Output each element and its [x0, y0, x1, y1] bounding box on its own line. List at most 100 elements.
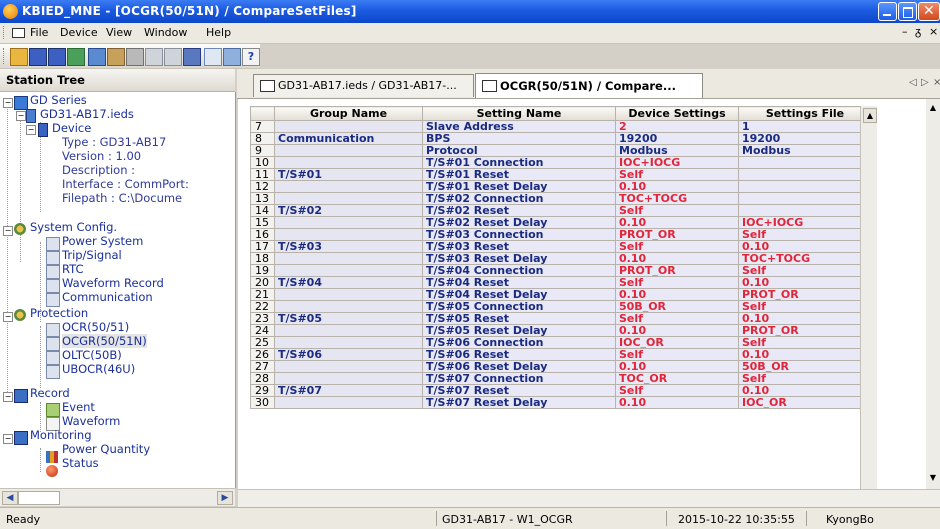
- settings-file-cell[interactable]: 0.10: [738, 384, 872, 397]
- setting-name-cell[interactable]: T/S#06 Reset: [422, 348, 616, 361]
- save-icon[interactable]: [29, 48, 47, 66]
- device-setting-cell[interactable]: IOC+IOCG: [615, 156, 739, 169]
- table-row[interactable]: 28 T/S#07 Connection TOC_OR Self: [250, 372, 872, 385]
- group-name-cell[interactable]: T/S#03: [274, 240, 423, 253]
- table-row[interactable]: 17 T/S#03 T/S#03 Reset Self 0.10: [250, 240, 872, 253]
- group-name-cell[interactable]: [274, 252, 423, 265]
- table-row[interactable]: 24 T/S#05 Reset Delay 0.10 PROT_OR: [250, 324, 872, 337]
- collapse-monitoring[interactable]: −: [3, 434, 13, 444]
- device-setting-cell[interactable]: Self: [615, 384, 739, 397]
- grid-horizontal-scrollbar[interactable]: [238, 489, 940, 507]
- tree-ubocr[interactable]: UBOCR(46U): [62, 362, 135, 376]
- settings-file-cell[interactable]: [738, 156, 872, 169]
- group-name-cell[interactable]: [274, 300, 423, 313]
- help-icon[interactable]: ?: [242, 48, 260, 66]
- group-name-cell[interactable]: Communication: [274, 132, 423, 145]
- tree-scroll-thumb[interactable]: [18, 491, 60, 505]
- read-icon[interactable]: [145, 48, 163, 66]
- device-setting-cell[interactable]: 0.10: [615, 360, 739, 373]
- setting-name-cell[interactable]: T/S#05 Connection: [422, 300, 616, 313]
- group-name-cell[interactable]: [274, 360, 423, 373]
- setting-name-cell[interactable]: T/S#02 Reset: [422, 204, 616, 217]
- mdi-close-icon[interactable]: ×: [929, 25, 938, 38]
- tree-waveform-record[interactable]: Waveform Record: [62, 276, 164, 290]
- table-row[interactable]: 9 Protocol Modbus Modbus: [250, 144, 872, 157]
- tree-ied[interactable]: GD31-AB17.ieds: [40, 107, 134, 121]
- setting-name-cell[interactable]: T/S#03 Reset: [422, 240, 616, 253]
- device-setting-cell[interactable]: Self: [615, 276, 739, 289]
- table-row[interactable]: 30 T/S#07 Reset Delay 0.10 IOC_OR: [250, 396, 872, 409]
- device-setting-cell[interactable]: 2: [615, 120, 739, 133]
- device-setting-cell[interactable]: 0.10: [615, 324, 739, 337]
- collapse-device[interactable]: −: [26, 125, 36, 135]
- settings-file-cell[interactable]: 0.10: [738, 312, 872, 325]
- mdi-restore-icon[interactable]: ᵹ: [915, 25, 921, 38]
- monitor-icon[interactable]: [204, 48, 222, 66]
- collapse-record[interactable]: −: [3, 392, 13, 402]
- tab-compare[interactable]: OCGR(50/51N) / Compare...: [475, 73, 703, 98]
- table-row[interactable]: 8 Communication BPS 19200 19200: [250, 132, 872, 145]
- device-setting-cell[interactable]: Self: [615, 348, 739, 361]
- table-row[interactable]: 27 T/S#06 Reset Delay 0.10 50B_OR: [250, 360, 872, 373]
- tab-scroll-left-icon[interactable]: ◁: [909, 77, 917, 88]
- tree-device[interactable]: Device: [52, 121, 91, 135]
- group-name-cell[interactable]: T/S#07: [274, 384, 423, 397]
- group-name-cell[interactable]: [274, 264, 423, 277]
- table-row[interactable]: 14 T/S#02 T/S#02 Reset Self: [250, 204, 872, 217]
- settings-file-cell[interactable]: Self: [738, 336, 872, 349]
- group-name-cell[interactable]: [274, 216, 423, 229]
- table-row[interactable]: 11 T/S#01 T/S#01 Reset Self: [250, 168, 872, 181]
- setting-name-cell[interactable]: T/S#07 Connection: [422, 372, 616, 385]
- settings-file-cell[interactable]: Self: [738, 228, 872, 241]
- table-row[interactable]: 7 Slave Address 2 1: [250, 120, 872, 133]
- tree-ocgr[interactable]: OCGR(50/51N): [62, 334, 147, 348]
- scroll-right-icon[interactable]: ▶: [217, 491, 233, 505]
- settings-file-cell[interactable]: Modbus: [738, 144, 872, 157]
- table-row[interactable]: 12 T/S#01 Reset Delay 0.10: [250, 180, 872, 193]
- device-setting-cell[interactable]: 0.10: [615, 216, 739, 229]
- device-setting-cell[interactable]: 19200: [615, 132, 739, 145]
- tree-oltc[interactable]: OLTC(50B): [62, 348, 122, 362]
- setting-name-cell[interactable]: T/S#06 Reset Delay: [422, 360, 616, 373]
- device-setting-cell[interactable]: 0.10: [615, 180, 739, 193]
- table-row[interactable]: 19 T/S#04 Connection PROT_OR Self: [250, 264, 872, 277]
- group-name-cell[interactable]: [274, 144, 423, 157]
- menu-device[interactable]: Device: [60, 26, 98, 39]
- table-row[interactable]: 15 T/S#02 Reset Delay 0.10 IOC+IOCG: [250, 216, 872, 229]
- tree-rtc[interactable]: RTC: [62, 262, 84, 276]
- menu-help[interactable]: Help: [206, 26, 231, 39]
- setting-name-cell[interactable]: T/S#03 Connection: [422, 228, 616, 241]
- setting-name-cell[interactable]: T/S#01 Connection: [422, 156, 616, 169]
- group-name-cell[interactable]: T/S#01: [274, 168, 423, 181]
- setting-name-cell[interactable]: T/S#05 Reset Delay: [422, 324, 616, 337]
- minimize-button[interactable]: [878, 2, 897, 21]
- menubar-grip[interactable]: [3, 26, 7, 39]
- tab-scroll-right-icon[interactable]: ▷: [921, 77, 929, 88]
- save-as-icon[interactable]: [48, 48, 66, 66]
- settings-file-cell[interactable]: 1: [738, 120, 872, 133]
- close-button[interactable]: ✕: [918, 2, 940, 21]
- table-row[interactable]: 22 T/S#05 Connection 50B_OR Self: [250, 300, 872, 313]
- tree-gd-series[interactable]: GD Series: [30, 93, 87, 107]
- table-row[interactable]: 10 T/S#01 Connection IOC+IOCG: [250, 156, 872, 169]
- setting-name-cell[interactable]: T/S#04 Reset Delay: [422, 288, 616, 301]
- tab-ieds[interactable]: GD31-AB17.ieds / GD31-AB17-...: [253, 74, 474, 97]
- event-icon[interactable]: [223, 48, 241, 66]
- compare-icon[interactable]: [183, 48, 201, 66]
- connect-icon[interactable]: [67, 48, 85, 66]
- settings-file-cell[interactable]: PROT_OR: [738, 324, 872, 337]
- device-setting-cell[interactable]: PROT_OR: [615, 228, 739, 241]
- table-row[interactable]: 29 T/S#07 T/S#07 Reset Self 0.10: [250, 384, 872, 397]
- tree-horizontal-scrollbar[interactable]: ◀ ▶: [0, 488, 235, 506]
- collapse-system-config[interactable]: −: [3, 226, 13, 236]
- group-name-cell[interactable]: [274, 396, 423, 409]
- settings-file-cell[interactable]: IOC_OR: [738, 396, 872, 409]
- settings-file-cell[interactable]: Self: [738, 264, 872, 277]
- tree-trip-signal[interactable]: Trip/Signal: [62, 248, 122, 262]
- setting-name-cell[interactable]: T/S#01 Reset Delay: [422, 180, 616, 193]
- setting-name-cell[interactable]: Protocol: [422, 144, 616, 157]
- download-icon[interactable]: [126, 48, 144, 66]
- device-setting-cell[interactable]: 0.10: [615, 396, 739, 409]
- device-setting-cell[interactable]: Modbus: [615, 144, 739, 157]
- group-name-cell[interactable]: [274, 120, 423, 133]
